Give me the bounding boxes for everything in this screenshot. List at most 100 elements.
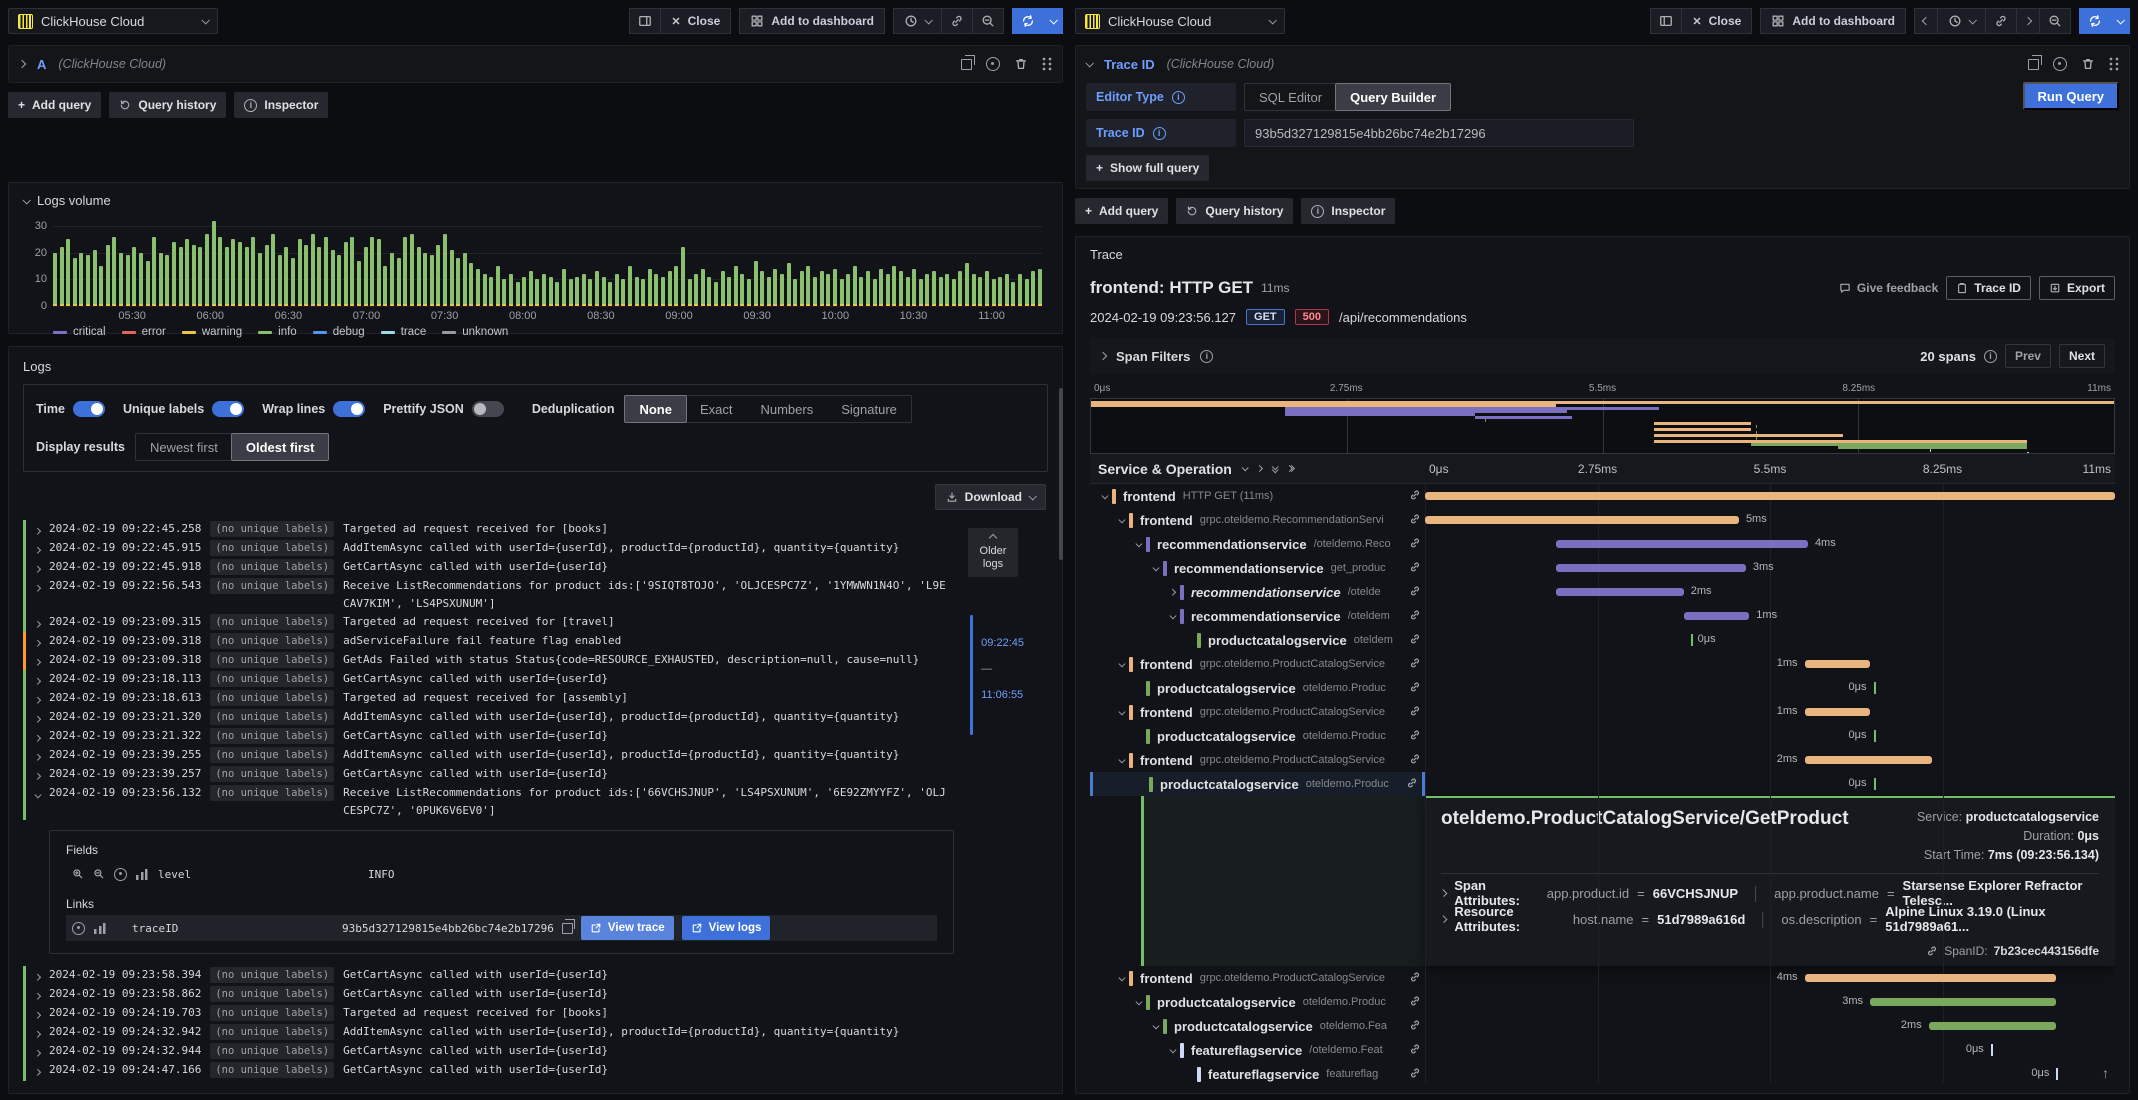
log-row[interactable]: 2024-02-19 09:23:18.113 (no unique labels… <box>23 670 948 689</box>
volume-bar[interactable] <box>786 263 791 306</box>
collapse-section-chevron-icon[interactable] <box>22 195 31 205</box>
volume-bar[interactable] <box>654 274 659 306</box>
span-row[interactable]: productcatalogservice oteldem 0μs <box>1090 628 2115 652</box>
volume-bar[interactable] <box>145 260 150 307</box>
volume-bar[interactable] <box>350 236 355 307</box>
volume-bar[interactable] <box>1004 274 1009 306</box>
span-service-cell[interactable]: recommendationservice/oteldem <box>1090 604 1425 628</box>
volume-bar[interactable] <box>363 247 368 306</box>
volume-bar[interactable] <box>634 276 639 307</box>
legend-item-trace[interactable]: trace <box>380 326 426 338</box>
volume-bar[interactable] <box>951 279 956 306</box>
volume-bar[interactable] <box>1037 268 1042 307</box>
trash-icon[interactable] <box>2081 57 2095 71</box>
volume-bar[interactable] <box>528 271 533 306</box>
span-duration-bar[interactable] <box>1804 708 1871 716</box>
span-link-icon[interactable] <box>1409 681 1421 696</box>
span-duration-bar[interactable] <box>1425 492 2115 500</box>
span-duration-bar[interactable] <box>1556 540 1808 548</box>
trace-id-button[interactable]: Trace ID <box>1946 276 2031 300</box>
copy-value-icon[interactable] <box>561 919 576 934</box>
log-row[interactable]: 2024-02-19 09:23:09.315 (no unique labels… <box>23 613 948 632</box>
span-row[interactable]: productcatalogservice oteldemo.Produc 0μs <box>1090 772 2115 796</box>
volume-bar[interactable] <box>409 234 414 306</box>
download-button[interactable]: Download <box>934 484 1046 510</box>
span-timeline-cell[interactable]: 0μs <box>1425 1038 2115 1062</box>
right-time-picker-button[interactable] <box>1937 8 1986 34</box>
right-zoom-out-button[interactable] <box>2039 8 2071 34</box>
log-expander-icon[interactable] <box>34 689 49 708</box>
span-link-icon[interactable] <box>1409 753 1421 768</box>
volume-bar[interactable] <box>806 266 811 306</box>
span-expander-icon[interactable] <box>1096 492 1112 499</box>
span-service-cell[interactable]: recommendationservice get_produc <box>1090 556 1425 580</box>
span-row[interactable]: featureflagservice/oteldemo.Feat 0μs <box>1090 1038 2115 1062</box>
toggle-switch[interactable] <box>212 401 245 417</box>
left-datasource-picker[interactable]: ClickHouse Cloud <box>8 8 218 34</box>
duplicate-query-icon[interactable] <box>961 55 975 70</box>
span-expander-icon[interactable] <box>1147 564 1163 571</box>
log-expander-icon[interactable] <box>34 1042 49 1061</box>
left-share-link-button[interactable] <box>941 8 973 34</box>
editor-option-sql-editor[interactable]: SQL Editor <box>1245 84 1336 110</box>
span-link-icon[interactable] <box>1409 1043 1421 1058</box>
volume-bar[interactable] <box>780 274 785 306</box>
log-expander-icon[interactable] <box>34 632 49 651</box>
right-share-link-button[interactable] <box>1985 8 2017 34</box>
log-expander-icon[interactable] <box>34 577 49 596</box>
volume-bar[interactable] <box>687 279 692 306</box>
volume-bar[interactable] <box>832 268 837 307</box>
volume-bar[interactable] <box>601 276 606 307</box>
volume-bar[interactable] <box>535 279 540 306</box>
volume-bar[interactable] <box>865 271 870 306</box>
span-timeline-cell[interactable]: 0μs <box>1425 676 2115 700</box>
volume-bar[interactable] <box>991 279 996 306</box>
span-row[interactable]: featureflagservice featureflag 0μs <box>1090 1062 2115 1083</box>
volume-bar[interactable] <box>171 242 176 306</box>
volume-bar[interactable] <box>568 279 573 306</box>
volume-bar[interactable] <box>238 242 243 306</box>
volume-bar[interactable] <box>958 271 963 306</box>
volume-bar[interactable] <box>746 279 751 306</box>
volume-bar[interactable] <box>647 268 652 307</box>
volume-bar[interactable] <box>198 247 203 306</box>
right-datasource-picker[interactable]: ClickHouse Cloud <box>1075 8 1285 34</box>
volume-bar[interactable] <box>244 247 249 306</box>
volume-bar[interactable] <box>158 252 163 307</box>
volume-bar[interactable] <box>442 234 447 306</box>
query-ref-label[interactable]: A <box>37 57 46 72</box>
legend-item-debug[interactable]: debug <box>312 326 365 338</box>
right-add-to-dashboard-button[interactable]: Add to dashboard <box>1760 8 1906 34</box>
log-expander-icon[interactable] <box>34 539 49 558</box>
show-full-query-button[interactable]: + Show full query <box>1086 155 1210 181</box>
volume-bar[interactable] <box>191 244 196 307</box>
span-service-cell[interactable]: recommendationservice/oteldemo.Reco <box>1090 532 1425 556</box>
log-row[interactable]: 2024-02-19 09:23:18.613 (no unique labels… <box>23 689 948 708</box>
volume-bar[interactable] <box>760 271 765 306</box>
span-timeline-cell[interactable]: 0μs <box>1425 724 2115 748</box>
span-service-cell[interactable]: productcatalogservice oteldemo.Produc <box>1090 990 1425 1014</box>
prev-span-button[interactable]: Prev <box>2004 344 2051 368</box>
volume-bar[interactable] <box>852 266 857 306</box>
time-shift-forward-button[interactable] <box>2016 8 2040 34</box>
volume-bar[interactable] <box>575 276 580 307</box>
scrubber-track[interactable] <box>970 615 974 735</box>
filter-out-value-icon[interactable] <box>93 868 105 880</box>
volume-bar[interactable] <box>297 239 302 306</box>
volume-bar[interactable] <box>965 263 970 306</box>
volume-bar[interactable] <box>456 258 461 306</box>
volume-bar[interactable] <box>323 236 328 307</box>
volume-bar[interactable] <box>819 271 824 306</box>
volume-bar[interactable] <box>793 279 798 306</box>
span-timeline-cell[interactable]: 3ms <box>1425 556 2115 580</box>
span-row[interactable]: productcatalogservice oteldemo.Produc 0μs <box>1090 724 2115 748</box>
expand-all-icon[interactable] <box>1285 464 1295 473</box>
duplicate-query-icon[interactable] <box>2028 55 2042 70</box>
volume-bar[interactable] <box>125 255 130 306</box>
span-link-icon[interactable] <box>1409 513 1421 528</box>
volume-bar[interactable] <box>138 252 143 307</box>
volume-bar[interactable] <box>53 252 57 307</box>
volume-bar[interactable] <box>720 271 725 306</box>
log-expander-icon[interactable] <box>34 1004 49 1023</box>
volume-bar[interactable] <box>99 266 104 306</box>
